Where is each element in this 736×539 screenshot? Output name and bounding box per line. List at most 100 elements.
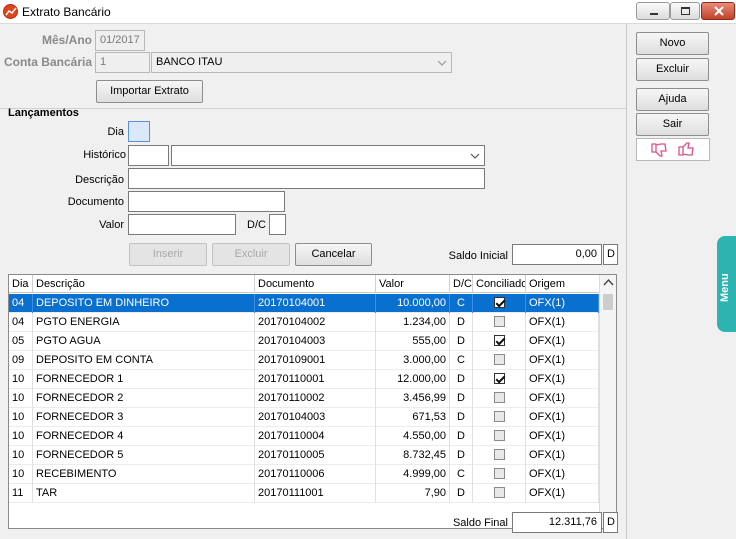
scroll-up-icon[interactable] [600, 275, 617, 291]
cell-descricao: FORNECEDOR 4 [33, 427, 255, 446]
conciliado-checkbox[interactable] [493, 486, 505, 498]
cell-origem: OFX(1) [526, 332, 599, 351]
column-header-descricao[interactable]: Descrição [33, 275, 255, 293]
valor-input[interactable] [128, 214, 236, 235]
cell-conciliado [473, 465, 526, 484]
historico-label: Histórico [83, 149, 126, 161]
conciliado-checkbox[interactable] [493, 448, 505, 460]
maximize-icon [681, 7, 690, 15]
cell-conciliado [473, 351, 526, 370]
conciliado-checkbox[interactable] [493, 334, 505, 346]
column-header-conciliado[interactable]: Conciliado [473, 275, 526, 293]
historico-code-input[interactable] [128, 145, 169, 166]
conciliado-checkbox[interactable] [493, 315, 505, 327]
minimize-icon [650, 13, 658, 15]
column-header-valor[interactable]: Valor [376, 275, 450, 293]
cell-dia: 04 [9, 294, 33, 313]
cell-dia: 04 [9, 313, 33, 332]
close-button[interactable] [701, 2, 735, 20]
table-row[interactable]: 11 TAR 20170111001 7,90 D OFX(1) [9, 484, 599, 503]
column-header-dia[interactable]: Dia [9, 275, 33, 293]
conciliado-checkbox[interactable] [493, 353, 505, 365]
feedback-box [636, 138, 710, 161]
dc-input[interactable] [269, 214, 286, 235]
saldo-inicial-label: Saldo Inicial [448, 250, 508, 262]
table-row[interactable]: 10 FORNECEDOR 2 20170110002 3.456,99 D OFX(1) [9, 389, 599, 408]
inserir-button[interactable]: Inserir [129, 243, 207, 266]
excluir-button[interactable]: Excluir [636, 58, 709, 81]
cell-dia: 10 [9, 370, 33, 389]
section-divider [0, 108, 626, 109]
table-row[interactable]: 04 DEPOSITO EM DINHEIRO 20170104001 10.000,… [9, 294, 599, 313]
cell-dia: 10 [9, 408, 33, 427]
novo-button[interactable]: Novo [636, 32, 709, 55]
conciliado-checkbox[interactable] [493, 372, 505, 384]
cell-dc: D [450, 446, 473, 465]
table-row[interactable]: 10 RECEBIMENTO 20170110006 4.999,00 C OFX(1) [9, 465, 599, 484]
conta-name-combo[interactable]: BANCO ITAU [151, 52, 452, 73]
cell-documento: 20170104003 [255, 408, 376, 427]
historico-combo[interactable] [171, 145, 485, 166]
importar-extrato-button[interactable]: Importar Extrato [96, 80, 203, 103]
cell-dia: 09 [9, 351, 33, 370]
conciliado-checkbox[interactable] [493, 410, 505, 422]
excluir-lancamento-button[interactable]: Excluir [212, 243, 290, 266]
cell-dia: 05 [9, 332, 33, 351]
descricao-input[interactable] [128, 168, 485, 189]
grid-vertical-scrollbar[interactable] [599, 275, 616, 528]
title-bar: Extrato Bancário [0, 0, 736, 24]
cell-descricao: PGTO AGUA [33, 332, 255, 351]
cell-dc: D [450, 332, 473, 351]
conciliado-checkbox[interactable] [493, 429, 505, 441]
column-header-origem[interactable]: Origem [526, 275, 599, 293]
table-row[interactable]: 10 FORNECEDOR 4 20170110004 4.550,00 D OFX(1) [9, 427, 599, 446]
cell-dia: 10 [9, 389, 33, 408]
table-row[interactable]: 10 FORNECEDOR 1 20170110001 12.000,00 D OFX(1… [9, 370, 599, 389]
valor-label: Valor [99, 219, 124, 231]
saldo-inicial-field: 0,00 [512, 244, 602, 265]
app-chart-icon [3, 4, 18, 19]
column-header-documento[interactable]: Documento [255, 275, 376, 293]
cell-descricao: DEPOSITO EM CONTA [33, 351, 255, 370]
cell-valor: 671,53 [376, 408, 450, 427]
table-row[interactable]: 09 DEPOSITO EM CONTA 20170109001 3.000,00 C O… [9, 351, 599, 370]
table-row[interactable]: 05 PGTO AGUA 20170104003 555,00 D OFX(1) [9, 332, 599, 351]
conta-name-value: BANCO ITAU [156, 56, 223, 68]
cell-origem: OFX(1) [526, 465, 599, 484]
conta-code-field[interactable]: 1 [95, 52, 150, 73]
cell-conciliado [473, 427, 526, 446]
table-row[interactable]: 10 FORNECEDOR 3 20170104003 671,53 D OFX(1) [9, 408, 599, 427]
cell-dc: C [450, 294, 473, 313]
cell-valor: 555,00 [376, 332, 450, 351]
thumbs-up-icon[interactable] [677, 141, 695, 157]
sair-button[interactable]: Sair [636, 113, 709, 136]
minimize-button[interactable] [636, 2, 670, 20]
action-panel: Novo Excluir Ajuda Sair [626, 24, 717, 539]
mes-ano-field[interactable]: 01/2017 [95, 30, 145, 51]
documento-input[interactable] [128, 191, 285, 212]
cell-dc: D [450, 370, 473, 389]
column-header-dc[interactable]: D/C [450, 275, 473, 293]
cell-descricao: FORNECEDOR 1 [33, 370, 255, 389]
table-row[interactable]: 04 PGTO ENERGIA 20170104002 1.234,00 D OFX(1) [9, 313, 599, 332]
cell-valor: 12.000,00 [376, 370, 450, 389]
cell-descricao: PGTO ENERGIA [33, 313, 255, 332]
cell-origem: OFX(1) [526, 446, 599, 465]
cell-origem: OFX(1) [526, 370, 599, 389]
cell-documento: 20170104003 [255, 332, 376, 351]
cancelar-button[interactable]: Cancelar [295, 243, 372, 266]
conciliado-checkbox[interactable] [493, 467, 505, 479]
table-row[interactable]: 10 FORNECEDOR 5 20170110005 8.732,45 D OFX(1) [9, 446, 599, 465]
thumbs-down-icon[interactable] [650, 142, 668, 158]
menu-side-tab[interactable]: Menu [717, 236, 736, 332]
scrollbar-thumb[interactable] [603, 294, 613, 310]
conciliado-checkbox[interactable] [493, 296, 505, 308]
ajuda-button[interactable]: Ajuda [636, 88, 709, 111]
cell-conciliado [473, 294, 526, 313]
lancamentos-grid[interactable]: Dia Descrição Documento Valor D/C Concil… [8, 274, 617, 529]
conciliado-checkbox[interactable] [493, 391, 505, 403]
dia-input[interactable] [128, 121, 150, 142]
maximize-button[interactable] [670, 2, 700, 20]
cell-origem: OFX(1) [526, 408, 599, 427]
cell-documento: 20170110005 [255, 446, 376, 465]
